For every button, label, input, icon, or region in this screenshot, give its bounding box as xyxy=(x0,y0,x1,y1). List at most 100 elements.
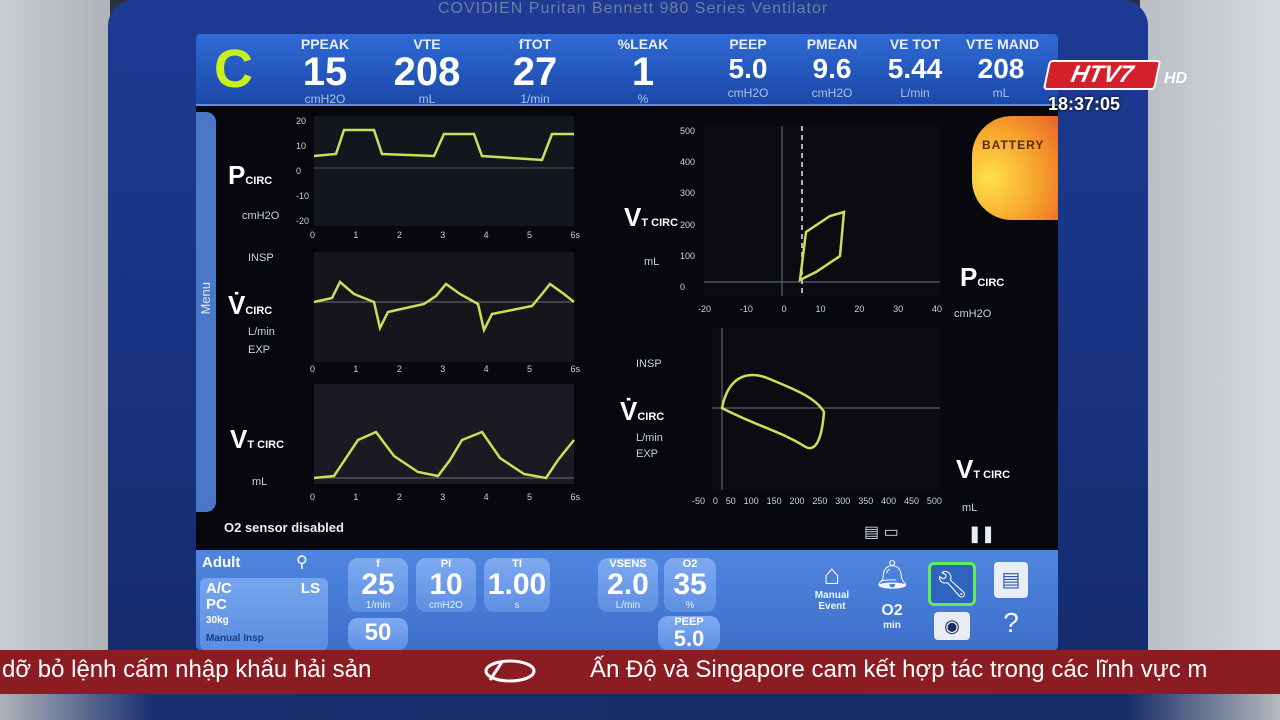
volume-graph-label: VT CIRC xyxy=(230,424,284,455)
volume-waveform xyxy=(313,384,575,484)
tick: 1 xyxy=(353,492,359,502)
param-label: PEEP xyxy=(729,36,767,52)
param-ve-tot[interactable]: VE TOT 5.44 L/min xyxy=(880,36,950,100)
pressure-graph-label: PCIRC xyxy=(228,160,272,191)
printer-icon[interactable]: ▤ ▭ xyxy=(864,522,899,542)
tick: 5 xyxy=(527,230,533,240)
param-unit: cmH2O xyxy=(304,92,346,106)
pv-x-ticks: -20 -10 0 10 20 30 40 xyxy=(698,304,942,314)
fv-loop-ylabel: V̇CIRC xyxy=(620,396,664,427)
setting-vsens[interactable]: VSENS 2.0 L/min xyxy=(598,558,658,612)
flow-insp-label: INSP xyxy=(248,252,274,264)
tick: 3 xyxy=(440,492,446,502)
tick: 0 xyxy=(310,492,316,502)
setting-value: 5.0 xyxy=(673,626,705,650)
pressure-waveform xyxy=(313,116,574,226)
background-wall-right xyxy=(1140,0,1280,720)
tick: 40 xyxy=(931,304,942,314)
tick: 20 xyxy=(854,304,865,314)
monitored-params-bar: C PPEAK 15 cmH2O VTE 208 mL fTOT 27 1/mi… xyxy=(196,34,1058,106)
param-unit: mL xyxy=(992,86,1010,100)
setting-ti[interactable]: TI 1.00 s xyxy=(484,558,550,612)
tick: 450 xyxy=(904,496,920,506)
param-ppeak[interactable]: PPEAK 15 cmH2O xyxy=(290,36,360,106)
o2-button-sub: min xyxy=(883,620,901,631)
tick: -10 xyxy=(296,191,310,201)
tick: -50 xyxy=(692,496,706,506)
param-unit: cmH2O xyxy=(811,86,853,100)
ticker-text-left: dỡ bỏ lệnh cấm nhập khẩu hải sản xyxy=(2,656,372,683)
separator-logo-icon xyxy=(484,659,536,683)
help-icon[interactable]: ? xyxy=(996,608,1026,638)
battery-indicator: BATTERY xyxy=(972,116,1058,220)
tick: 30 xyxy=(893,304,904,314)
tick: 0 xyxy=(781,304,787,314)
param-vte[interactable]: VTE 208 mL xyxy=(382,36,472,106)
tick: 300 xyxy=(835,496,851,506)
o2-sensor-message: O2 sensor disabled xyxy=(224,520,344,535)
fv-x-ticks: -50 0 50 100 150 200 250 300 350 400 450… xyxy=(692,496,942,506)
tick: 200 xyxy=(789,496,805,506)
setting-rise[interactable]: 50 xyxy=(348,618,408,650)
fv-xlabel-text: V xyxy=(956,454,974,484)
tick: 0 xyxy=(680,281,686,292)
flow-graph-label: V̇CIRC xyxy=(228,290,272,321)
o2-button-label: O2 xyxy=(881,602,903,619)
tick: 350 xyxy=(858,496,874,506)
param-vte-mand[interactable]: VTE MAND 208 mL xyxy=(966,36,1039,100)
setting-o2[interactable]: O2 35 % xyxy=(664,558,716,612)
camera-icon[interactable]: ◉ xyxy=(934,612,970,640)
param-label: VE TOT xyxy=(889,36,941,52)
setting-unit: 1/min xyxy=(365,600,391,611)
flow-exp-label: EXP xyxy=(248,344,271,356)
ventilator-screen: C PPEAK 15 cmH2O VTE 208 mL fTOT 27 1/mi… xyxy=(196,34,1058,650)
pv-loop-xunit: cmH2O xyxy=(954,308,992,320)
o2-suction-button[interactable]: O2 min xyxy=(872,602,912,631)
patient-type[interactable]: Adult xyxy=(202,554,240,571)
param-unit: L/min xyxy=(900,86,930,100)
fv-ylabel-sub: CIRC xyxy=(637,411,665,423)
bell-icon: 🔔︎ xyxy=(874,559,910,590)
setting-unit: L/min xyxy=(615,600,641,611)
alarm-button[interactable]: 🔔︎ xyxy=(872,560,912,590)
tick: 10 xyxy=(296,141,307,151)
tick: 3 xyxy=(440,230,446,240)
volume-x-ticks: 0 1 2 3 4 5 6s xyxy=(310,492,580,502)
flow-label-text: V̇ xyxy=(228,290,246,320)
tick: 100 xyxy=(680,250,696,261)
flow-unit: L/min xyxy=(248,326,275,338)
tick: 0 xyxy=(310,364,316,374)
pressure-label-sub: CIRC xyxy=(245,175,273,187)
param-ftot[interactable]: fTOT 27 1/min xyxy=(500,36,570,106)
tick: 300 xyxy=(680,188,696,199)
ticker-separator-logo xyxy=(482,656,538,686)
bezel-brand-text: COVIDIEN Puritan Bennett 980 Series Vent… xyxy=(438,0,829,17)
param-pmean[interactable]: PMEAN 9.6 cmH2O xyxy=(800,36,864,100)
pv-loop-xlabel: PCIRC xyxy=(960,262,1004,293)
patient-icon: ⚲ xyxy=(296,554,308,571)
clipboard-icon[interactable]: ▤ xyxy=(994,562,1028,598)
manual-event-button[interactable]: ⌂ Manual Event xyxy=(802,559,862,613)
tick: 50 xyxy=(725,496,736,506)
setting-pi[interactable]: PI 10 cmH2O xyxy=(416,558,476,612)
param-peep[interactable]: PEEP 5.0 cmH2O xyxy=(716,36,780,100)
tick: 2 xyxy=(396,230,402,240)
tick: 150 xyxy=(766,496,782,506)
broadcast-clock: 18:37:05 xyxy=(1048,94,1121,114)
tick: 400 xyxy=(680,157,696,168)
mode-indicator: C xyxy=(214,39,253,99)
home-icon: ⌂ xyxy=(823,559,841,590)
hd-badge: HD xyxy=(1164,70,1188,87)
wrench-icon[interactable]: 🔧︎ xyxy=(928,562,976,606)
menu-tab[interactable]: Menu xyxy=(196,112,216,512)
manual-event-label: Manual Event xyxy=(814,590,850,612)
vent-mode-button[interactable]: A/C LS PC 30kg Manual Insp xyxy=(200,578,328,650)
tick: 6s xyxy=(570,492,580,502)
setting-f[interactable]: f 25 1/min xyxy=(348,558,408,612)
param-leak[interactable]: %LEAK 1 % xyxy=(608,36,678,106)
tick: 4 xyxy=(483,492,489,502)
pause-icon[interactable]: ❚❚ xyxy=(968,524,995,544)
mode-weight: 30kg xyxy=(206,615,229,626)
param-value: 208 xyxy=(977,53,1025,84)
setting-peep[interactable]: PEEP 5.0 xyxy=(658,616,720,650)
